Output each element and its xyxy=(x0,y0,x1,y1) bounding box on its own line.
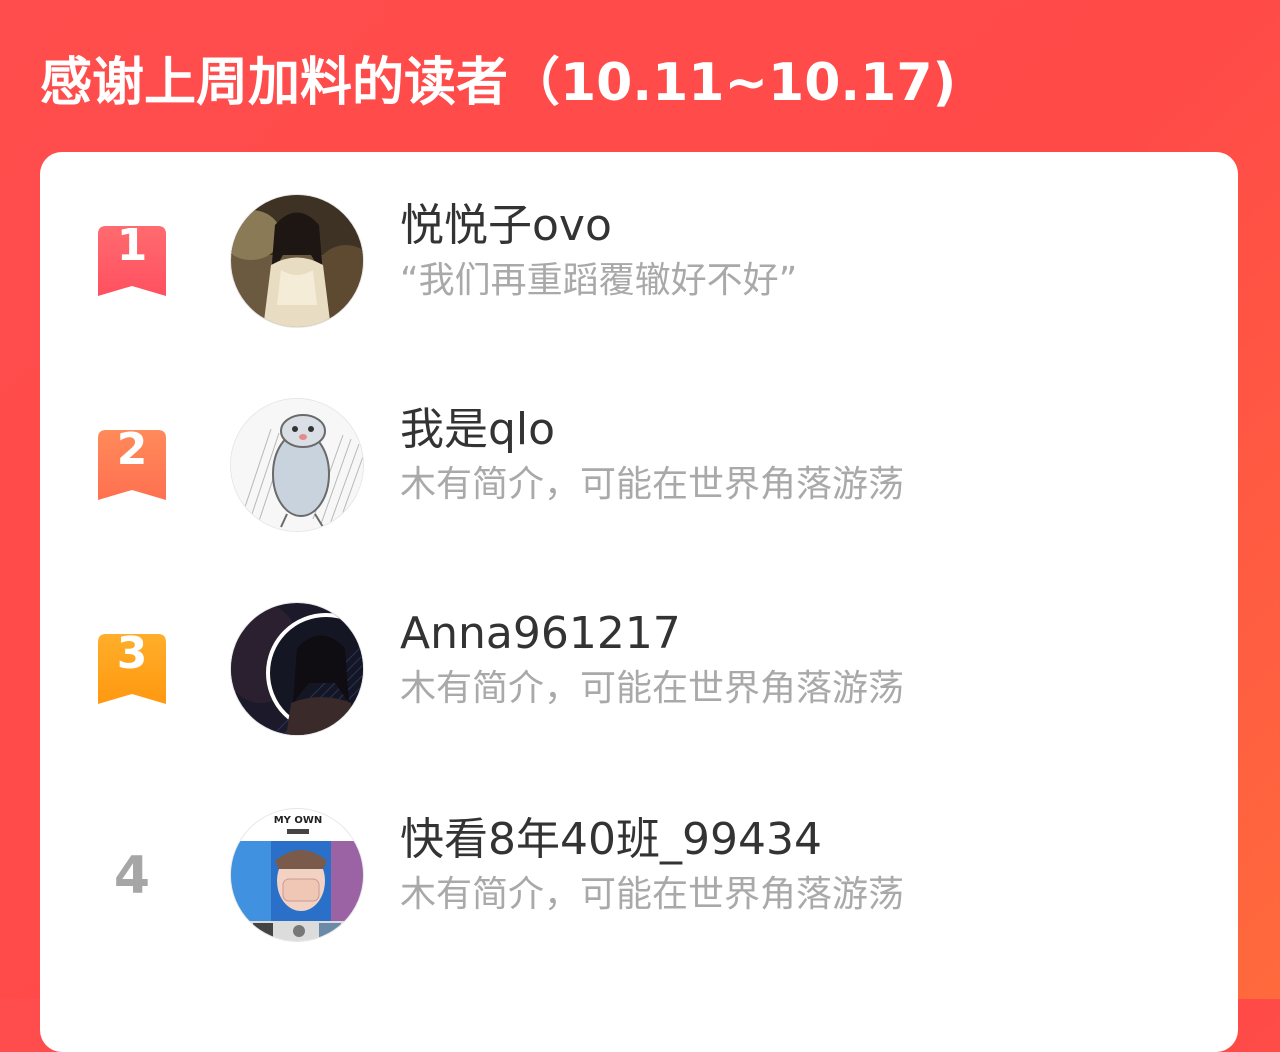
reader-row-1[interactable]: 1 悦悦子ovo “我们再重蹈覆辙好不好” xyxy=(40,194,1238,334)
avatar-photo-girl-icon xyxy=(231,195,363,327)
reader-bio: 木有简介，可能在世界角落游荡 xyxy=(400,668,905,709)
reader-bio: “我们再重蹈覆辙好不好” xyxy=(400,260,798,301)
rank-number: 4 xyxy=(113,846,151,906)
rank-number: 2 xyxy=(116,424,148,475)
avatar[interactable] xyxy=(230,602,364,736)
rank-number: 1 xyxy=(116,220,148,271)
rank-ribbon-3-icon: 3 xyxy=(98,628,166,704)
reader-bio: 木有简介，可能在世界角落游荡 xyxy=(400,874,905,915)
rank-ribbon-2-icon: 2 xyxy=(98,424,166,500)
reader-name[interactable]: 悦悦子ovo xyxy=(400,198,612,254)
avatar-cartoon-sketch-icon xyxy=(231,399,363,531)
avatar[interactable]: MY OWN xyxy=(230,808,364,942)
avatar-photo-portrait-icon xyxy=(231,603,363,735)
reader-bio: 木有简介，可能在世界角落游荡 xyxy=(400,464,905,505)
avatar[interactable] xyxy=(230,194,364,328)
page-title: 感谢上周加料的读者（10.11~10.17) xyxy=(40,53,957,113)
avatar-poster-icon: MY OWN xyxy=(231,809,363,941)
reader-name[interactable]: Anna961217 xyxy=(400,606,681,662)
reader-row-3[interactable]: 3 Anna961217 木有简介，可能在世界角落游荡 xyxy=(40,602,1238,742)
reader-row-2[interactable]: 2 我是qlo 木有简介，可能在世界角落游荡 xyxy=(40,398,1238,538)
rank-number: 3 xyxy=(116,628,148,679)
avatar[interactable] xyxy=(230,398,364,532)
rank-ribbon-1-icon: 1 xyxy=(98,220,166,296)
reader-name[interactable]: 我是qlo xyxy=(400,402,555,458)
reader-name[interactable]: 快看8年40班_99434 xyxy=(400,812,822,868)
reader-row-4[interactable]: 4 MY OWN 快看8年40班_99434 木有简介，可能在世界角落游荡 xyxy=(40,808,1238,948)
reader-list-card: 1 悦悦子ovo “我们再重蹈覆辙好不好” 2 我是qlo 木有简介，可能在世界… xyxy=(40,152,1238,1052)
poster-text: MY OWN xyxy=(274,815,323,826)
